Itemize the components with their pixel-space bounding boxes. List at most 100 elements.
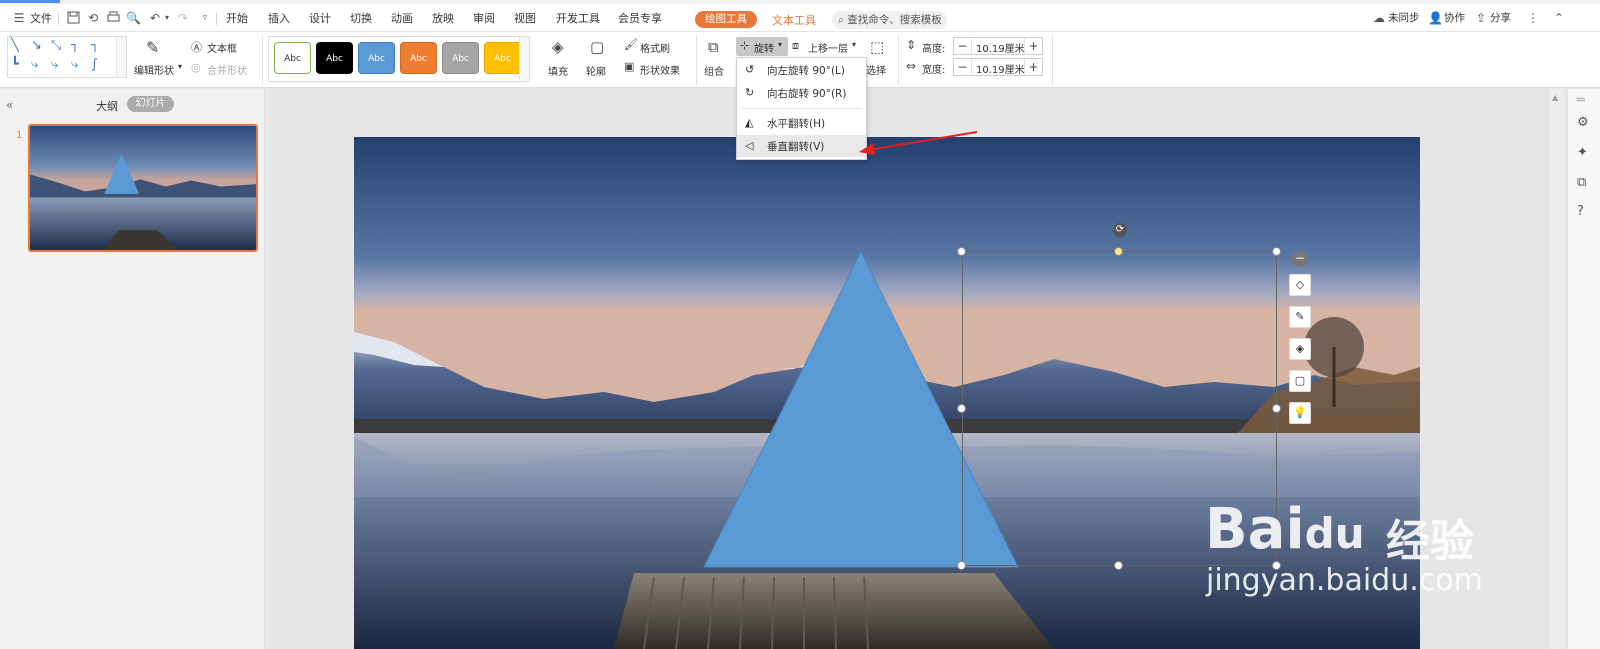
tab-insert[interactable]: 插入 xyxy=(268,10,290,26)
collaborate-icon[interactable]: 👤 xyxy=(1428,11,1443,25)
undo-dropdown-icon[interactable]: ▾ xyxy=(160,11,174,25)
text-box-icon[interactable]: Ⓐ xyxy=(191,39,202,55)
resize-handle-bottom-left[interactable] xyxy=(957,561,966,570)
resize-handle-right[interactable] xyxy=(1272,404,1281,413)
shape-gallery[interactable]: ╲ ↘ ⤡ ┐ ┐ ┗ ⤷ ⤷ ⤷ ∫ xyxy=(7,36,127,78)
style-swatch-3[interactable]: Abc xyxy=(358,42,395,74)
format-painter-icon[interactable]: ⟲ xyxy=(86,11,100,25)
share-button[interactable]: 分享 xyxy=(1490,10,1511,25)
width-increase-button[interactable]: + xyxy=(1024,59,1042,75)
width-stepper[interactable]: − 10.19厘米 + xyxy=(953,58,1043,76)
tab-transition[interactable]: 切换 xyxy=(350,10,372,26)
collapse-ribbon-icon[interactable]: ⌃ xyxy=(1552,11,1566,25)
more-options-icon[interactable]: ⋮ xyxy=(1526,11,1540,25)
tab-slides[interactable]: 幻灯片 xyxy=(127,96,174,112)
help-icon[interactable]: ? xyxy=(1577,204,1584,219)
elbow-double-arrow-icon[interactable]: ┗ xyxy=(11,57,19,72)
height-stepper[interactable]: − 10.19厘米 + xyxy=(953,37,1043,55)
bring-forward-button[interactable]: 上移一层 xyxy=(808,40,848,55)
bring-forward-icon[interactable]: ⧈ xyxy=(792,39,799,53)
resize-handle-left[interactable] xyxy=(957,404,966,413)
freeform-curve-icon[interactable]: ∫ xyxy=(91,57,98,72)
resize-handle-top-left[interactable] xyxy=(957,247,966,256)
sync-status[interactable]: 未同步 xyxy=(1388,10,1420,25)
redo-icon[interactable]: ↷ xyxy=(176,11,190,25)
command-search[interactable]: ⌕ 查找命令、搜索模板 xyxy=(832,11,947,29)
tab-animation[interactable]: 动画 xyxy=(391,10,413,26)
quick-access-dropdown-icon[interactable]: ▿ xyxy=(198,11,212,25)
curved-connector-icon[interactable]: ⤷ xyxy=(31,57,38,72)
save-icon[interactable] xyxy=(66,11,80,25)
hamburger-menu-icon[interactable]: ☰ xyxy=(12,11,26,25)
pen-icon[interactable]: ✎ xyxy=(1289,306,1311,328)
print-icon[interactable] xyxy=(106,11,120,25)
width-input[interactable]: 10.19厘米 xyxy=(976,61,1025,76)
style-swatch-2[interactable]: Abc xyxy=(316,42,353,74)
layers-icon[interactable]: ◇ xyxy=(1289,274,1311,296)
menu-item-rotate-left[interactable]: ↺ 向左旋转 90°(L) xyxy=(737,59,866,81)
format-painter-brush-icon[interactable]: 🖌 xyxy=(624,38,638,51)
slide-thumbnail[interactable] xyxy=(28,124,258,252)
style-swatch-6[interactable]: Abc xyxy=(484,42,521,74)
canvas-scrollbar[interactable]: ▲ xyxy=(1549,89,1563,649)
line-shape-icon[interactable]: ╲ xyxy=(11,38,19,53)
curved-double-arrow-icon[interactable]: ⤷ xyxy=(71,57,78,72)
layout-icon[interactable]: ⧉ xyxy=(1577,175,1586,190)
group-button[interactable]: 组合 xyxy=(704,63,724,78)
double-arrow-shape-icon[interactable]: ⤡ xyxy=(51,38,61,53)
rotate-button[interactable]: ⊹ 旋转 ▾ xyxy=(736,37,788,56)
collapse-toolbar-icon[interactable]: − xyxy=(1292,251,1308,267)
select-pane-icon[interactable]: ⬚ xyxy=(870,38,884,56)
adjust-handle-top[interactable] xyxy=(1114,247,1123,256)
shape-effects-button[interactable]: 形状效果 xyxy=(640,62,680,77)
fill-icon[interactable]: ◈ xyxy=(1289,338,1311,360)
print-preview-icon[interactable]: 🔍 xyxy=(126,11,141,25)
text-box-button[interactable]: 文本框 xyxy=(207,40,237,55)
fill-button[interactable]: 填充 xyxy=(548,63,568,78)
outline-icon[interactable]: ▢ xyxy=(590,38,604,56)
height-decrease-button[interactable]: − xyxy=(954,38,972,54)
shape-effects-icon[interactable]: ▣ xyxy=(624,60,634,73)
menu-item-rotate-right[interactable]: ↻ 向右旋转 90°(R) xyxy=(737,82,866,104)
tab-drawing-tools[interactable]: 绘图工具 xyxy=(695,11,757,28)
select-button[interactable]: 选择 xyxy=(866,62,886,77)
collaborate-button[interactable]: 协作 xyxy=(1444,10,1465,25)
menu-item-flip-vertical[interactable]: ◁ 垂直翻转(V) xyxy=(737,135,866,157)
elbow-arrow-connector-icon[interactable]: ┐ xyxy=(91,38,99,53)
border-icon[interactable]: ▢ xyxy=(1289,370,1311,392)
arrow-shape-icon[interactable]: ↘ xyxy=(31,38,42,53)
group-icon[interactable]: ⧉ xyxy=(708,38,719,56)
tab-review[interactable]: 审阅 xyxy=(473,10,495,26)
rotation-handle-icon[interactable]: ⟳ xyxy=(1113,223,1127,237)
tab-design[interactable]: 设计 xyxy=(309,10,331,26)
properties-icon[interactable]: ⚙ xyxy=(1577,115,1589,130)
style-swatch-4[interactable]: Abc xyxy=(400,42,437,74)
bring-forward-dropdown-icon[interactable]: ▾ xyxy=(852,40,856,49)
width-decrease-button[interactable]: − xyxy=(954,59,972,75)
height-increase-button[interactable]: + xyxy=(1024,38,1042,54)
style-gallery-scroll[interactable] xyxy=(519,37,529,81)
fill-bucket-icon[interactable]: ◈ xyxy=(552,38,564,56)
lightbulb-icon[interactable]: 💡 xyxy=(1289,402,1311,424)
tab-outline[interactable]: 大纲 xyxy=(96,98,118,114)
animation-icon[interactable]: ✦ xyxy=(1577,145,1588,160)
edit-shape-dropdown-icon[interactable]: ▾ xyxy=(178,62,182,71)
tab-slideshow[interactable]: 放映 xyxy=(432,10,454,26)
height-input[interactable]: 10.19厘米 xyxy=(976,40,1025,55)
tab-start[interactable]: 开始 xyxy=(226,10,248,26)
cloud-sync-icon[interactable]: ☁ xyxy=(1372,11,1386,25)
elbow-connector-icon[interactable]: ┐ xyxy=(71,38,79,53)
gallery-scroll[interactable] xyxy=(116,37,126,77)
resize-handle-top-right[interactable] xyxy=(1272,247,1281,256)
outline-button[interactable]: 轮廓 xyxy=(586,63,606,78)
curved-arrow-connector-icon[interactable]: ⤷ xyxy=(51,57,58,72)
format-painter-button[interactable]: 格式刷 xyxy=(640,40,670,55)
resize-handle-bottom[interactable] xyxy=(1114,561,1123,570)
collapse-panel-icon[interactable]: « xyxy=(6,98,13,112)
style-swatch-5[interactable]: Abc xyxy=(442,42,479,74)
menu-item-flip-horizontal[interactable]: ◭ 水平翻转(H) xyxy=(737,112,866,134)
scroll-up-icon[interactable]: ▲ xyxy=(1552,93,1558,102)
menu-file[interactable]: 文件 xyxy=(30,10,52,26)
share-icon[interactable]: ⇪ xyxy=(1474,11,1488,25)
edit-shape-icon[interactable]: ✎ xyxy=(146,38,159,57)
